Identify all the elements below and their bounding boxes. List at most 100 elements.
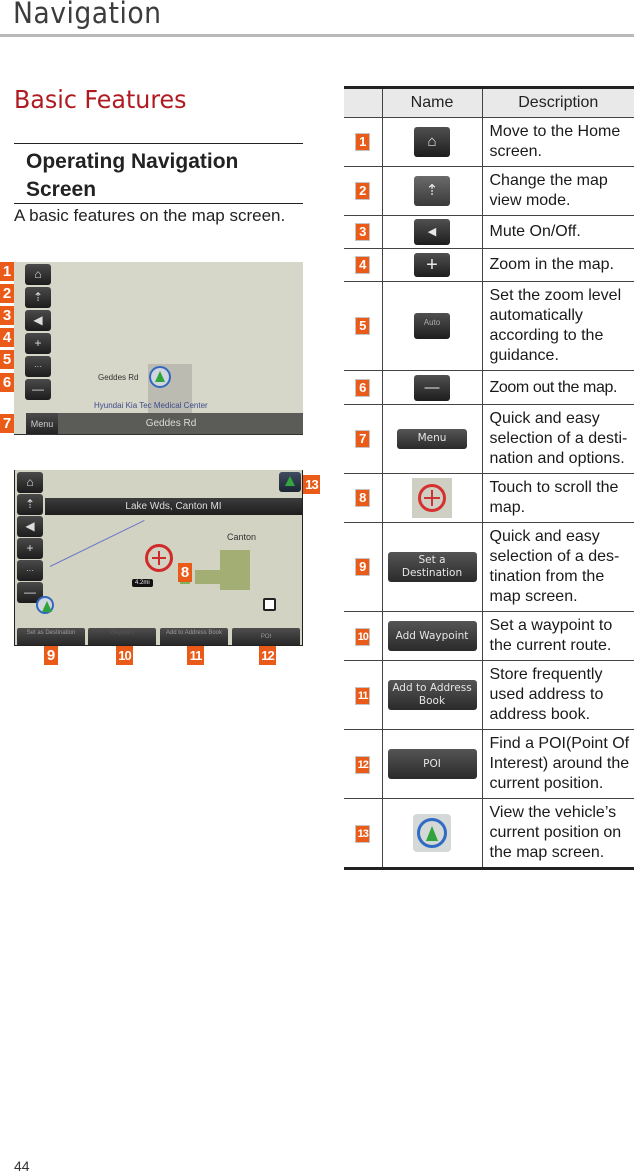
table-row: 3 ◀ Mute On/Off. <box>344 215 634 249</box>
row-description: Change the map view mode. <box>481 166 634 216</box>
compass-icon: ⇡ <box>32 290 44 304</box>
row-description: Set a waypoint to the current route. <box>481 611 634 661</box>
row-description: Quick and easy selection of a des-tinati… <box>481 522 634 612</box>
row-badge: 5 <box>355 317 371 335</box>
map-screenshot-scroll: ⌂ ⇡ ◀ + ··· — Lake Wds, Canton MI Canton… <box>14 470 303 646</box>
table-row: 13 View the vehicle’s current position o… <box>344 798 634 870</box>
callout-badge: 3 <box>0 306 14 325</box>
vehicle-marker-icon <box>149 366 171 388</box>
column-header-description: Description <box>481 86 634 118</box>
callout-badge: 9 <box>44 646 58 665</box>
table-row: 4 + Zoom in the map. <box>344 248 634 282</box>
table-row: 1 ⌂ Move to the Home screen. <box>344 117 634 167</box>
location-bar: Lake Wds, Canton MI <box>45 498 302 515</box>
row-badge: 6 <box>355 378 371 397</box>
row-description: Store frequently used address to address… <box>481 660 634 730</box>
row-description: Touch to scroll the map. <box>481 473 634 523</box>
zoom-in-icon: + <box>414 253 450 277</box>
zoom-in-button[interactable]: + <box>17 538 43 559</box>
vehicle-position-button[interactable] <box>279 472 301 492</box>
table-row: 12 POI Find a POI(Point Of Interest) aro… <box>344 729 634 799</box>
zoom-out-button[interactable]: — <box>25 379 51 400</box>
auto-zoom-button[interactable]: ··· <box>25 356 51 377</box>
subsection-box: Operating Navigation Screen <box>14 143 303 204</box>
features-table: Name Description 1 ⌂ Move to the Home sc… <box>344 86 634 870</box>
callout-badge: 2 <box>0 284 14 303</box>
home-button[interactable]: ⌂ <box>25 264 51 285</box>
home-icon: ⌂ <box>34 267 42 281</box>
chapter-title: Navigation <box>13 0 162 30</box>
page-number: 44 <box>14 1158 30 1174</box>
set-destination-button: Set a Destination <box>387 552 477 582</box>
callout-badge: 11 <box>187 646 204 665</box>
mute-icon: ◀ <box>414 219 450 245</box>
callout-badge: 13 <box>303 475 320 494</box>
callout-badge: 12 <box>259 646 276 665</box>
column-header-number <box>344 86 382 118</box>
auto-zoom-icon: ··· <box>34 362 42 371</box>
auto-zoom-icon: ··· <box>26 566 34 575</box>
row-badge: 8 <box>355 489 371 507</box>
row-badge: 1 <box>355 133 371 151</box>
map-screenshot-basic: ⌂ ⇡ ◀ + ··· — Geddes Rd Hyundai Kia Tec … <box>14 262 303 435</box>
auto-zoom-icon: Auto <box>414 313 450 339</box>
route-line <box>49 520 145 567</box>
scroll-cursor-icon[interactable] <box>145 544 173 572</box>
row-badge: 10 <box>355 628 371 646</box>
zoom-in-icon: + <box>34 336 42 350</box>
city-label: Canton <box>227 532 257 542</box>
park-area <box>195 570 235 584</box>
mute-button[interactable]: ◀ <box>17 516 43 537</box>
current-road-text: Geddes Rd <box>145 418 197 429</box>
row-badge: 3 <box>355 223 371 241</box>
add-address-book-button[interactable]: Add to Address Book <box>160 628 228 645</box>
row-badge: 7 <box>355 430 371 448</box>
view-mode-button[interactable]: ⇡ <box>25 287 51 308</box>
road-label: Geddes Rd <box>98 373 139 382</box>
intro-text: A basic features on the map screen. <box>14 206 286 225</box>
vehicle-position-icon <box>413 814 451 852</box>
view-mode-button[interactable]: ⇡ <box>17 494 43 515</box>
zoom-in-button[interactable]: + <box>25 333 51 354</box>
table-row: 8 Touch to scroll the map. <box>344 473 634 523</box>
table-row: 5 Auto Set the zoom level automatically … <box>344 281 634 371</box>
zoom-out-icon: — <box>24 585 36 599</box>
menu-button[interactable]: Menu <box>26 413 58 434</box>
mute-icon: ◀ <box>33 313 43 327</box>
table-row: 7 Menu Quick and easy selection of a des… <box>344 404 634 474</box>
table-row: 9 Set a Destination Quick and easy selec… <box>344 522 634 612</box>
subsection-title: Operating Navigation Screen <box>26 150 239 201</box>
add-waypoint-button: Add Waypoint <box>387 621 477 651</box>
table-header-row: Name Description <box>344 86 634 118</box>
auto-zoom-button[interactable]: ··· <box>17 560 43 581</box>
distance-tag: 4.2mi <box>132 579 153 587</box>
callout-badge: 7 <box>0 414 14 433</box>
callout-badge: 6 <box>0 373 14 392</box>
set-destination-button[interactable]: Set as Destination <box>17 628 85 645</box>
home-button[interactable]: ⌂ <box>17 472 43 493</box>
row-badge: 4 <box>355 256 371 274</box>
row-description: Find a POI(Point Of Interest) around the… <box>481 729 634 799</box>
callout-badge: 5 <box>0 350 14 369</box>
row-description: Move to the Home screen. <box>481 117 634 167</box>
current-road-bar: Geddes Rd <box>39 413 303 434</box>
mute-icon: ◀ <box>25 519 35 533</box>
zoom-in-icon: + <box>26 541 34 555</box>
header-divider <box>0 34 634 37</box>
row-badge: 12 <box>355 756 371 774</box>
map-view-mode-icon: ⇡ <box>414 176 450 206</box>
poi-label: Hyundai Kia Tec Medical Center <box>94 401 208 410</box>
table-row: 10 Add Waypoint Set a waypoint to the cu… <box>344 611 634 661</box>
add-address-book-button: Add to Address Book <box>387 680 477 710</box>
table-row: 6 — Zoom out the map. <box>344 370 634 405</box>
home-icon: ⌂ <box>414 127 450 157</box>
zoom-out-icon: — <box>32 382 44 396</box>
row-description: Set the zoom level automatically accordi… <box>481 281 634 371</box>
waypoint-button[interactable]: Waypoint <box>88 628 156 645</box>
row-description: Mute On/Off. <box>481 215 634 249</box>
column-header-name: Name <box>381 86 482 118</box>
table-row: 11 Add to Address Book Store frequently … <box>344 660 634 730</box>
mute-button[interactable]: ◀ <box>25 310 51 331</box>
row-badge: 11 <box>355 687 371 705</box>
poi-button[interactable]: POI <box>232 628 300 645</box>
